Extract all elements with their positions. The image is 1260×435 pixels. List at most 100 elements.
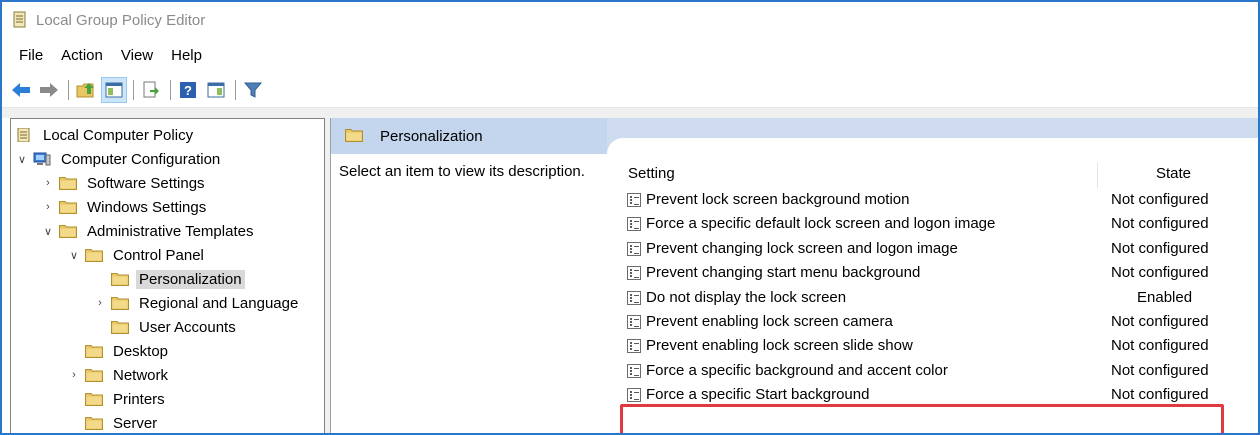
folder-icon [85,249,103,262]
setting-name: Prevent lock screen background motion [646,191,910,208]
settings-list: Setting State Prevent lock screen backgr… [621,154,1258,433]
setting-row[interactable]: Prevent changing lock screen and logon i… [621,237,1258,261]
column-header-state[interactable]: State [1156,165,1191,182]
menu-help[interactable]: Help [162,47,211,64]
chevron-right-icon[interactable]: › [93,296,107,310]
chevron-right-icon[interactable]: › [41,176,55,190]
tree-node-computer-configuration[interactable]: ∨ Computer Configuration [15,147,223,171]
policy-setting-icon [627,266,641,281]
tree-label: Administrative Templates [87,222,254,240]
back-button[interactable] [8,77,34,103]
console-tree: Local Computer Policy ∨ Computer Configu… [10,118,325,433]
tree-node-personalization[interactable]: Personalization [111,267,245,291]
tree-label: Local Computer Policy [43,126,194,144]
column-header-row: Setting State [621,162,1258,188]
setting-name: Prevent changing lock screen and logon i… [646,239,958,257]
menu-bar: File Action View Help [2,42,211,68]
column-divider[interactable] [1097,162,1098,188]
folder-icon [345,129,363,142]
group-policy-app-icon [13,11,26,28]
setting-state: Not configured [1111,215,1209,233]
tree-label: User Accounts [139,318,236,336]
menu-file[interactable]: File [10,47,52,64]
tree-label: Personalization [136,269,245,289]
filter-icon [244,82,262,98]
chevron-right-icon[interactable]: › [67,368,81,382]
description-text: Select an item to view its description. [339,163,585,180]
policy-setting-icon [627,315,641,329]
menu-action[interactable]: Action [52,47,112,64]
setting-row[interactable]: Force a specific background and accent c… [621,359,1258,383]
setting-name: Force a specific default lock screen and… [646,215,996,233]
setting-row[interactable]: Force a specific default lock screen and… [621,212,1258,236]
show-hide-console-tree-button[interactable] [101,76,127,103]
export-list-button[interactable] [138,77,164,103]
tree-node-user-accounts[interactable]: User Accounts [111,315,239,339]
up-folder-icon [76,82,94,97]
folder-icon [59,177,77,190]
computer-icon [33,152,51,166]
setting-state: Not configured [1111,191,1209,208]
show-hide-action-pane-button[interactable] [203,77,229,103]
policy-document-icon [17,128,30,142]
up-one-level-button[interactable] [73,77,99,103]
highlight-box [620,404,1224,433]
setting-row[interactable]: Prevent enabling lock screen camera Not c… [621,310,1258,334]
setting-state: Not configured [1111,361,1209,379]
filter-button[interactable] [240,77,266,103]
tree-node-desktop[interactable]: Desktop [85,339,171,363]
setting-name: Do not display the lock screen [646,288,847,306]
folder-icon [59,201,77,214]
tree-label: Regional and Language [139,294,299,312]
toolbar-separator [170,79,171,100]
help-icon: ? [180,81,196,98]
folder-icon [111,273,129,286]
chevron-down-icon[interactable]: ∨ [15,152,29,166]
setting-state: Not configured [1111,386,1209,404]
title-bar: Local Group Policy Editor [2,2,1258,38]
policy-setting-icon [627,388,641,403]
setting-row[interactable]: Prevent lock screen background motion Not… [621,188,1258,212]
setting-state: Enabled [1137,288,1193,306]
policy-setting-icon [627,290,641,305]
folder-icon [111,297,129,310]
policy-setting-icon [627,363,641,378]
setting-row[interactable]: Prevent changing start menu background No… [621,261,1258,285]
tree-node-regional-and-language[interactable]: › Regional and Language [93,291,301,315]
setting-name: Prevent changing start menu background [646,264,921,282]
tree-label: Computer Configuration [61,150,221,168]
tree-node-control-panel[interactable]: ∨ Control Panel [67,243,207,267]
tree-node-server[interactable]: Server [85,411,160,433]
show-hide-action-pane-icon [207,82,225,97]
folder-icon [85,393,103,406]
column-header-setting[interactable]: Setting [628,165,675,182]
tree-node-software-settings[interactable]: › Software Settings [41,171,208,195]
details-pane: Personalization Select an item to view i… [330,118,1258,433]
folder-icon [85,345,103,358]
chevron-down-icon[interactable]: ∨ [67,248,81,262]
details-title: Personalization [380,128,483,145]
tree-label: Desktop [113,342,169,360]
chevron-right-icon[interactable]: › [41,200,55,214]
tree-label: Windows Settings [87,198,207,216]
tree-node-printers[interactable]: Printers [85,387,168,411]
help-button[interactable]: ? [175,77,201,103]
setting-name: Prevent enabling lock screen camera [646,313,893,330]
setting-row[interactable]: Prevent enabling lock screen slide show N… [621,334,1258,358]
forward-button[interactable] [36,77,62,103]
setting-state: Not configured [1111,264,1209,282]
setting-row[interactable]: Do not display the lock screen Enabled [621,286,1258,310]
tree-label: Control Panel [113,246,204,264]
folder-icon [85,417,103,430]
tree-node-local-computer-policy[interactable]: Local Computer Policy [15,123,196,147]
chevron-down-icon[interactable]: ∨ [41,224,55,238]
menu-view[interactable]: View [112,47,162,64]
toolbar: ? [2,72,1258,108]
window-title: Local Group Policy Editor [36,11,206,29]
tree-node-administrative-templates[interactable]: ∨ Administrative Templates [41,219,256,243]
back-icon [12,82,30,97]
export-list-icon [143,81,159,97]
setting-state: Not configured [1111,337,1209,355]
tree-node-network[interactable]: › Network [67,363,171,387]
tree-node-windows-settings[interactable]: › Windows Settings [41,195,209,219]
